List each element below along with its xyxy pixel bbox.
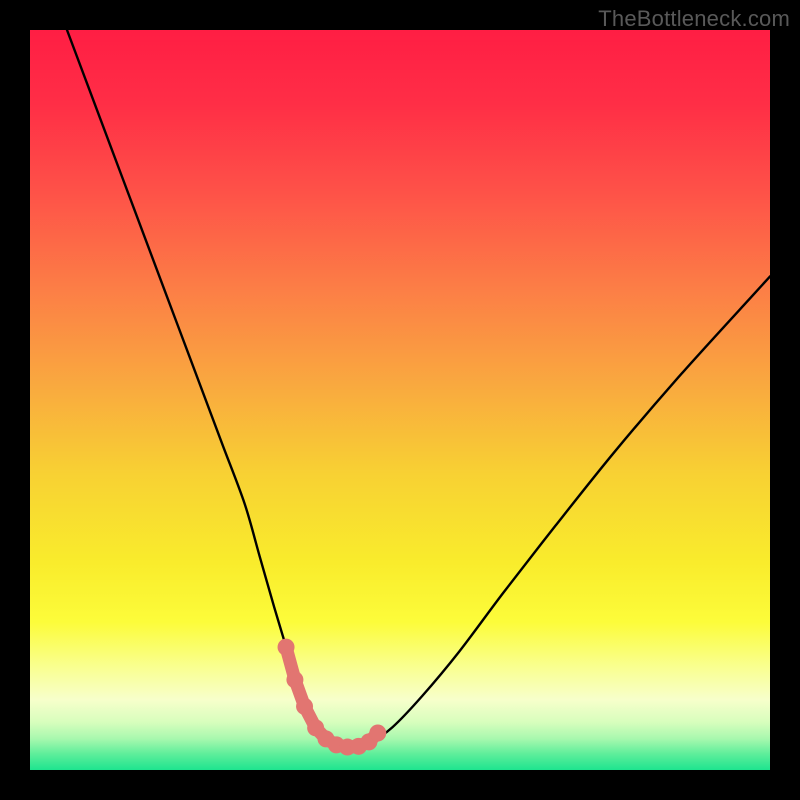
bead-point [296,698,313,715]
bottleneck-chart [30,30,770,770]
highlight-beads [278,639,387,756]
plot-frame [30,30,770,770]
bottleneck-curve [67,30,770,747]
bead-point [286,671,303,688]
watermark-label: TheBottleneck.com [598,6,790,32]
bead-point [369,725,386,742]
bead-point [278,639,295,656]
beads-connector [286,647,378,747]
